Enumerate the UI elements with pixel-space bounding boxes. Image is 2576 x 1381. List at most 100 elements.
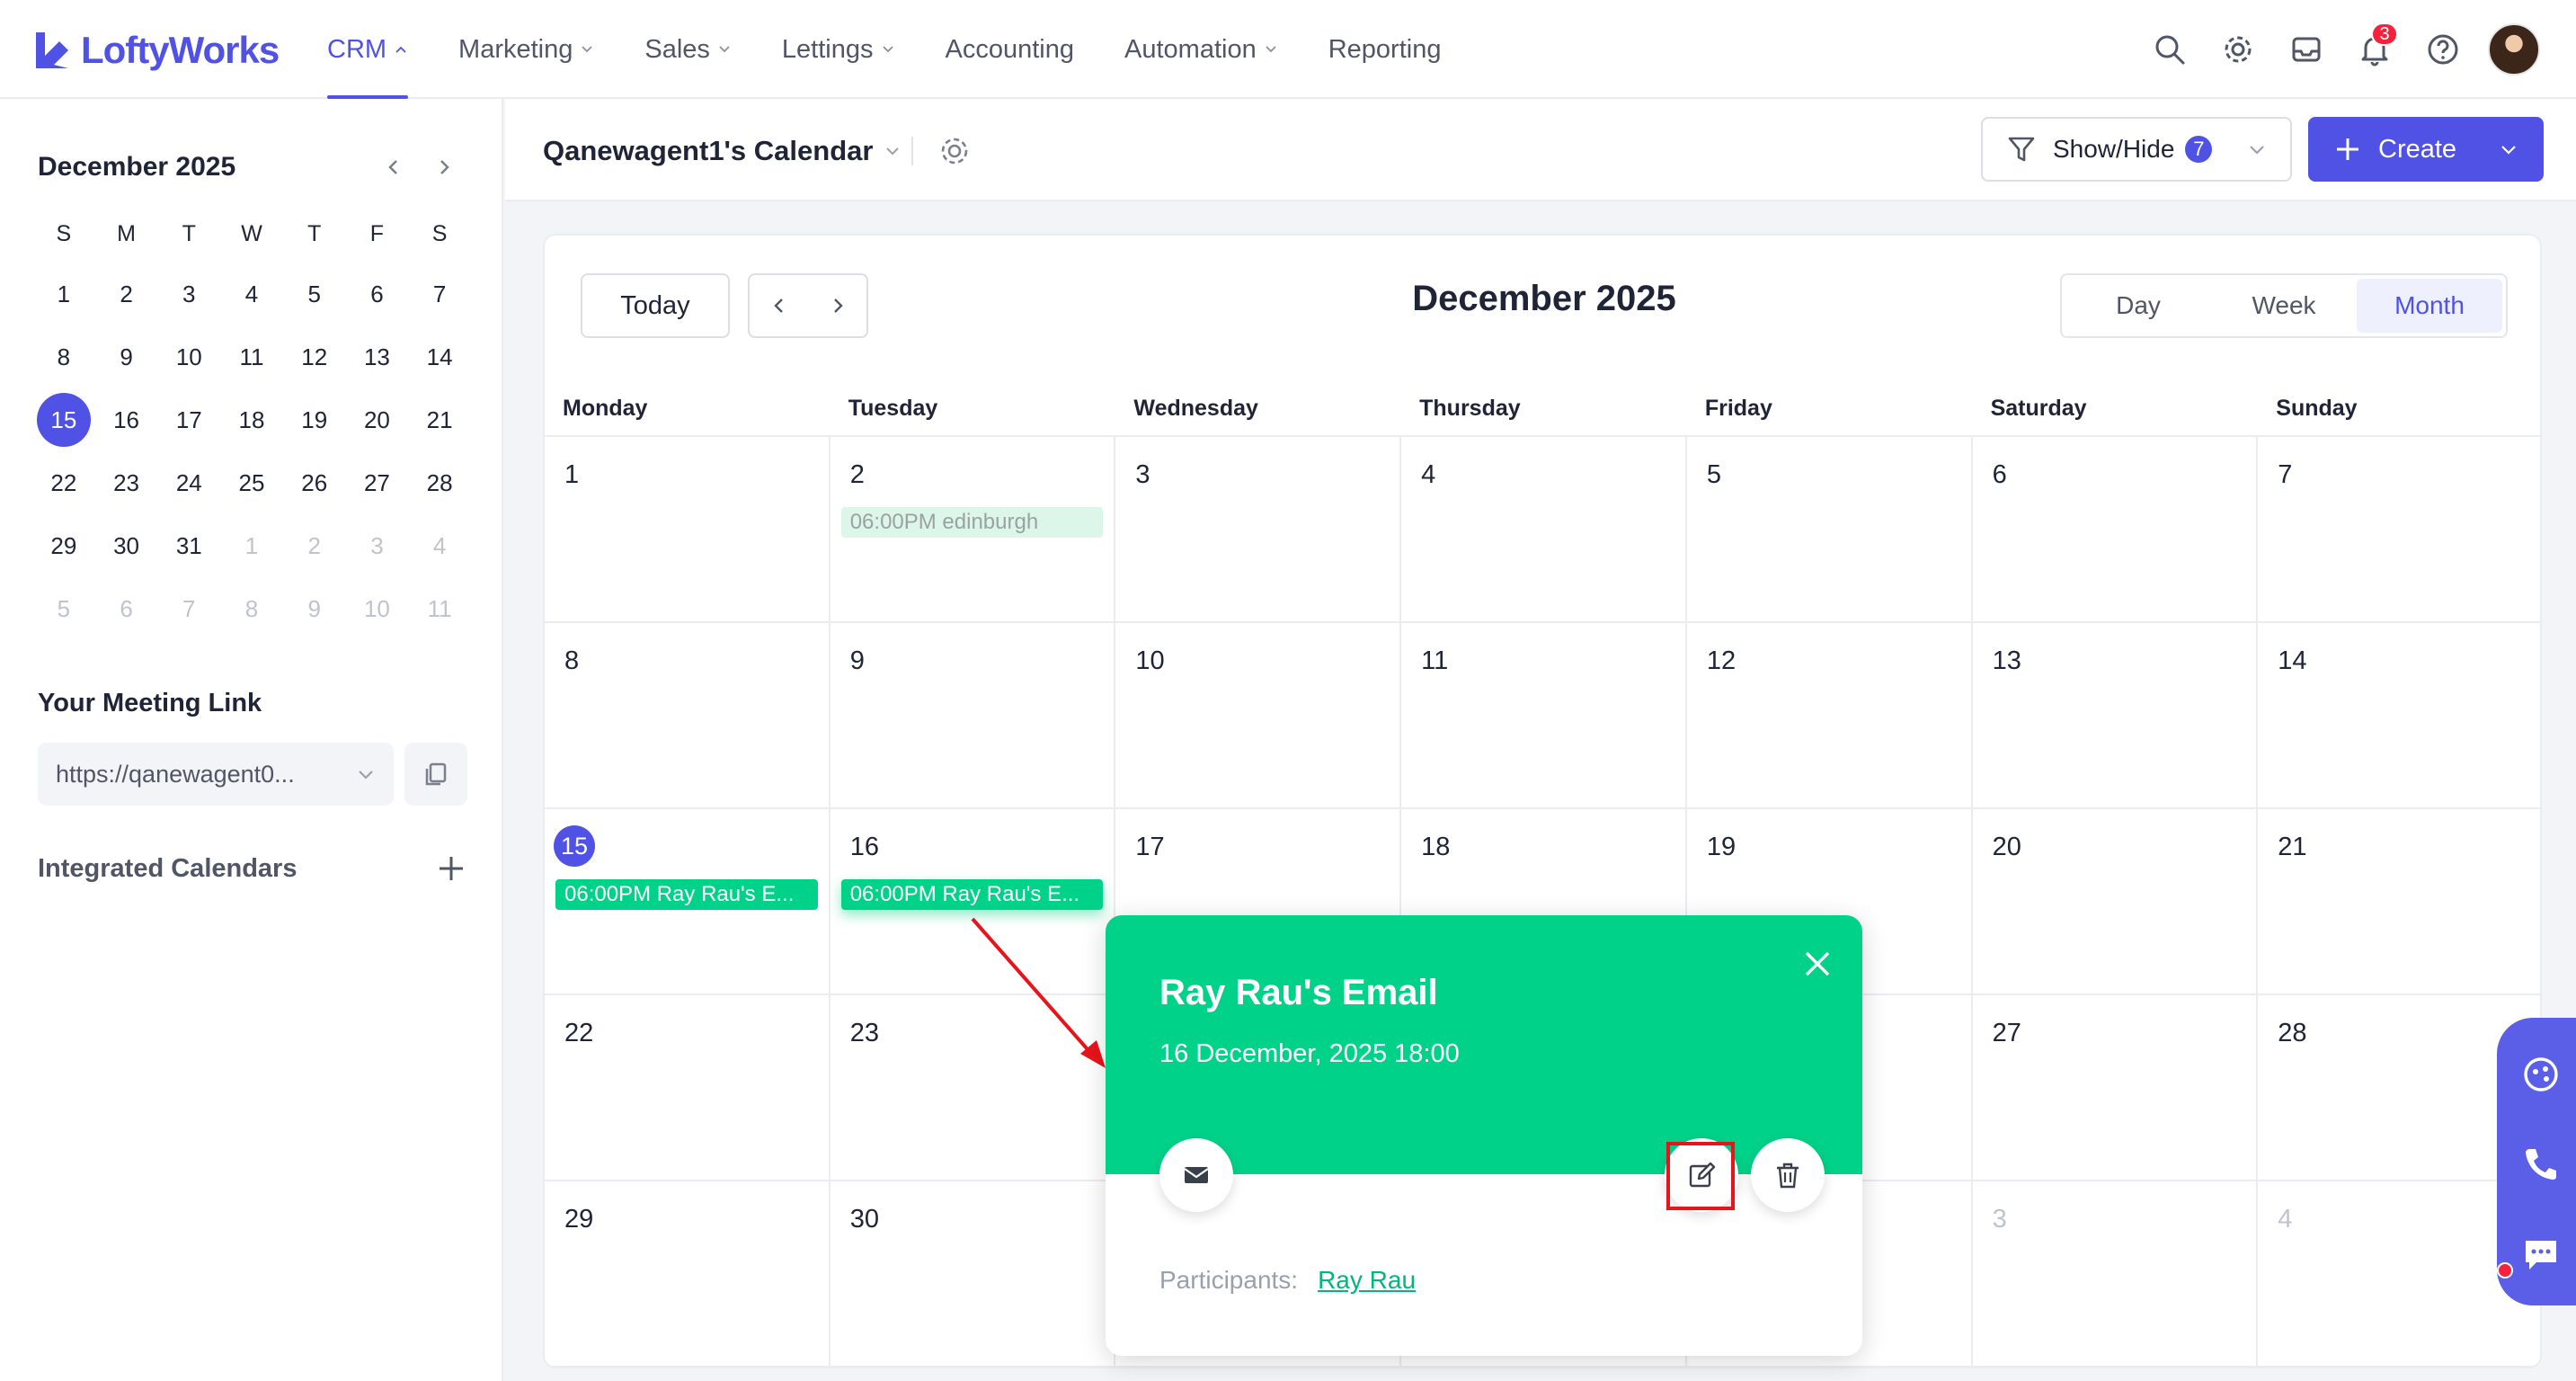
mini-day[interactable]: 4 bbox=[220, 263, 283, 325]
mini-day[interactable]: 24 bbox=[157, 451, 220, 514]
mini-day[interactable]: 10 bbox=[157, 325, 220, 388]
day-cell[interactable]: 30 bbox=[830, 1181, 1116, 1367]
mini-day[interactable]: 22 bbox=[32, 451, 95, 514]
mini-day[interactable]: 27 bbox=[346, 451, 409, 514]
day-cell[interactable]: 13 bbox=[1972, 623, 2259, 809]
bell-icon[interactable]: 3 bbox=[2349, 22, 2400, 75]
mini-day[interactable]: 11 bbox=[408, 577, 471, 640]
calendar-settings-icon[interactable] bbox=[935, 131, 974, 171]
calendar-selector[interactable]: Qanewagent1's Calendar bbox=[543, 126, 902, 176]
mini-day[interactable]: 5 bbox=[32, 577, 95, 640]
day-cell[interactable]: 27 bbox=[1972, 995, 2259, 1181]
day-cell[interactable]: 6 bbox=[1972, 437, 2259, 623]
participant-link[interactable]: Ray Rau bbox=[1318, 1266, 1416, 1294]
mini-day[interactable]: 6 bbox=[346, 263, 409, 325]
phone-icon[interactable] bbox=[2520, 1144, 2562, 1185]
help-icon[interactable] bbox=[2418, 24, 2468, 75]
next-month-icon[interactable] bbox=[422, 146, 466, 189]
day-cell[interactable]: 8 bbox=[545, 623, 831, 809]
mini-day[interactable]: 9 bbox=[283, 577, 346, 640]
view-month-button[interactable]: Month bbox=[2357, 279, 2502, 333]
mini-day[interactable]: 11 bbox=[220, 325, 283, 388]
mini-day[interactable]: 1 bbox=[32, 263, 95, 325]
day-cell[interactable]: 5 bbox=[1686, 437, 1973, 623]
mini-day[interactable]: 18 bbox=[220, 388, 283, 451]
view-week-button[interactable]: Week bbox=[2211, 279, 2357, 333]
mini-day[interactable]: 17 bbox=[157, 388, 220, 451]
day-cell[interactable]: 14 bbox=[2258, 623, 2540, 809]
lofty-logo[interactable]: LoftyWorks bbox=[32, 25, 280, 76]
send-email-button[interactable] bbox=[1159, 1138, 1233, 1212]
mini-day[interactable]: 2 bbox=[95, 263, 158, 325]
day-cell[interactable]: 15 06:00PM Ray Rau's E... bbox=[545, 809, 831, 995]
nav-item-reporting[interactable]: Reporting bbox=[1328, 0, 1442, 99]
add-calendar-icon[interactable] bbox=[435, 852, 467, 885]
day-cell[interactable]: 3 bbox=[1972, 1181, 2259, 1367]
mini-day[interactable]: 26 bbox=[283, 451, 346, 514]
support-icon[interactable] bbox=[2520, 1054, 2562, 1095]
day-cell[interactable]: 20 bbox=[1972, 809, 2259, 995]
mini-day[interactable]: 14 bbox=[408, 325, 471, 388]
mini-day[interactable]: 8 bbox=[220, 577, 283, 640]
nav-item-marketing[interactable]: Marketing bbox=[458, 0, 594, 99]
mini-day[interactable]: 25 bbox=[220, 451, 283, 514]
mini-day[interactable]: 3 bbox=[157, 263, 220, 325]
day-cell[interactable]: 21 bbox=[2258, 809, 2540, 995]
nav-item-lettings[interactable]: Lettings bbox=[782, 0, 895, 99]
mini-day[interactable]: 4 bbox=[408, 514, 471, 577]
day-cell[interactable]: 11 bbox=[1401, 623, 1687, 809]
create-button[interactable]: Create bbox=[2308, 117, 2544, 182]
mini-day[interactable]: 3 bbox=[346, 514, 409, 577]
mini-day-today[interactable]: 15 bbox=[32, 388, 95, 451]
mini-day[interactable]: 28 bbox=[408, 451, 471, 514]
day-cell[interactable]: 1 bbox=[545, 437, 831, 623]
mini-day[interactable]: 21 bbox=[408, 388, 471, 451]
mini-day[interactable]: 1 bbox=[220, 514, 283, 577]
calendar-event[interactable]: 06:00PM edinburgh bbox=[840, 507, 1104, 538]
mini-day[interactable]: 16 bbox=[95, 388, 158, 451]
day-cell[interactable]: 23 bbox=[830, 995, 1116, 1181]
day-cell[interactable]: 22 bbox=[545, 995, 831, 1181]
mini-day[interactable]: 23 bbox=[95, 451, 158, 514]
nav-item-sales[interactable]: Sales bbox=[644, 0, 732, 99]
view-day-button[interactable]: Day bbox=[2065, 279, 2211, 333]
mini-day[interactable]: 31 bbox=[157, 514, 220, 577]
prev-month-icon[interactable] bbox=[372, 146, 415, 189]
nav-item-accounting[interactable]: Accounting bbox=[946, 0, 1075, 99]
day-cell[interactable]: 10 bbox=[1115, 623, 1402, 809]
show-hide-button[interactable]: Show/Hide 7 bbox=[1981, 117, 2292, 182]
mini-day[interactable]: 7 bbox=[157, 577, 220, 640]
day-cell[interactable]: 3 bbox=[1115, 437, 1402, 623]
mini-day[interactable]: 5 bbox=[283, 263, 346, 325]
day-cell[interactable]: 9 bbox=[830, 623, 1116, 809]
calendar-event[interactable]: 06:00PM Ray Rau's E... bbox=[555, 879, 818, 910]
day-cell[interactable]: 12 bbox=[1686, 623, 1973, 809]
day-cell[interactable]: 29 bbox=[545, 1181, 831, 1367]
mini-day[interactable]: 10 bbox=[346, 577, 409, 640]
mini-day[interactable]: 30 bbox=[95, 514, 158, 577]
day-cell[interactable]: 7 bbox=[2258, 437, 2540, 623]
copy-link-button[interactable] bbox=[404, 743, 467, 806]
day-cell[interactable]: 4 bbox=[1401, 437, 1687, 623]
gear-icon[interactable] bbox=[2213, 24, 2263, 75]
mini-day[interactable]: 6 bbox=[95, 577, 158, 640]
meeting-link-select[interactable]: https://qanewagent0... bbox=[38, 743, 394, 806]
chat-icon[interactable] bbox=[2520, 1234, 2562, 1275]
day-cell[interactable]: 2 06:00PM edinburgh bbox=[830, 437, 1116, 623]
mini-day[interactable]: 19 bbox=[283, 388, 346, 451]
mini-day[interactable]: 2 bbox=[283, 514, 346, 577]
day-cell[interactable]: 16 06:00PM Ray Rau's E... bbox=[830, 809, 1116, 995]
mini-day[interactable]: 12 bbox=[283, 325, 346, 388]
mini-day[interactable]: 7 bbox=[408, 263, 471, 325]
nav-item-automation[interactable]: Automation bbox=[1124, 0, 1278, 99]
user-avatar[interactable] bbox=[2488, 23, 2540, 76]
calendar-event[interactable]: 06:00PM Ray Rau's E... bbox=[840, 879, 1104, 910]
search-icon[interactable] bbox=[2145, 24, 2195, 75]
mini-day[interactable]: 9 bbox=[95, 325, 158, 388]
mini-day[interactable]: 20 bbox=[346, 388, 409, 451]
mini-day[interactable]: 29 bbox=[32, 514, 95, 577]
inbox-icon[interactable] bbox=[2281, 24, 2332, 75]
mini-day[interactable]: 13 bbox=[346, 325, 409, 388]
delete-event-button[interactable] bbox=[1751, 1138, 1825, 1212]
close-icon[interactable] bbox=[1799, 946, 1835, 982]
